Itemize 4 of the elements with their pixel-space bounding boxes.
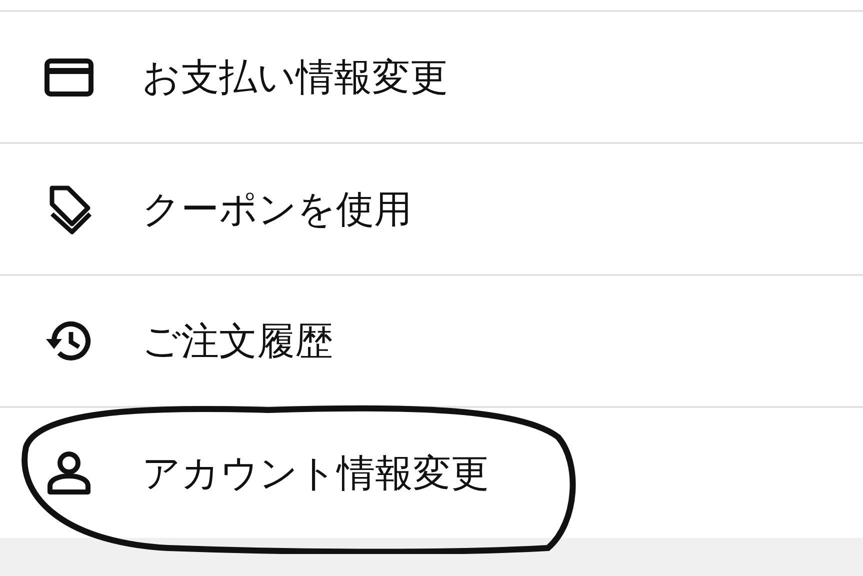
menu-item[interactable]: クーポンを使用 bbox=[0, 144, 863, 276]
menu-item[interactable]: ご注文履歴 bbox=[0, 276, 863, 408]
menu-item[interactable]: お支払い情報変更 bbox=[0, 12, 863, 144]
menu-item[interactable]: アカウント情報変更 bbox=[0, 408, 863, 538]
